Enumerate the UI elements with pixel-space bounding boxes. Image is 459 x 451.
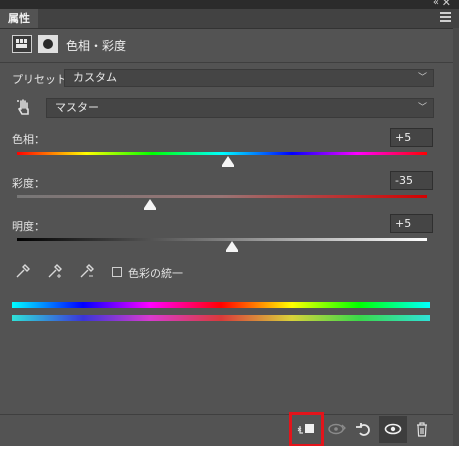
adjustment-layer-icon[interactable]	[12, 35, 32, 53]
input-color-bar	[12, 302, 430, 308]
reset-icon[interactable]	[353, 419, 375, 439]
delete-icon[interactable]	[411, 419, 433, 439]
saturation-label: 彩度：	[12, 177, 45, 190]
collapse-panel-icon[interactable]: «	[433, 0, 439, 8]
layer-mask-icon[interactable]	[38, 35, 58, 53]
channel-value: マスター	[55, 101, 99, 114]
tab-bar: 属性	[0, 9, 459, 29]
hue-label: 色相：	[12, 133, 45, 146]
preset-dropdown[interactable]: カスタム ﹀	[64, 69, 434, 87]
tab-properties[interactable]: 属性	[0, 9, 38, 28]
lightness-slider-thumb[interactable]	[226, 241, 239, 252]
clip-button-highlight	[289, 412, 324, 447]
hue-slider-track[interactable]	[17, 152, 427, 155]
saturation-slider-thumb[interactable]	[144, 199, 157, 210]
panel-right-edge	[453, 28, 459, 448]
chevron-down-icon: ﹀	[417, 103, 427, 113]
eyedropper-icon[interactable]	[14, 262, 32, 280]
view-previous-state-icon[interactable]	[326, 419, 348, 439]
properties-panel: « ✕ 属性 色相・彩度 プリセット： カスタム ﹀ マスター ﹀ 色相： +5…	[0, 0, 459, 451]
header-divider	[0, 62, 459, 63]
hue-input[interactable]: +5	[390, 128, 433, 147]
panel-top-strip: « ✕	[0, 0, 459, 9]
eyedropper-add-icon[interactable]	[46, 262, 64, 280]
toggle-visibility-icon[interactable]	[382, 419, 404, 439]
lightness-label: 明度：	[12, 220, 45, 233]
panel-title: 色相・彩度	[66, 39, 127, 53]
chevron-down-icon: ﹀	[417, 73, 427, 83]
panel-menu-icon[interactable]	[440, 12, 451, 24]
lightness-input[interactable]: +5	[390, 214, 433, 233]
channel-dropdown[interactable]: マスター ﹀	[46, 98, 434, 118]
output-color-bar	[12, 315, 430, 321]
saturation-slider-track[interactable]	[17, 195, 427, 198]
bottom-edge	[0, 446, 459, 451]
colorize-checkbox[interactable]	[112, 267, 122, 277]
colorize-label: 色彩の統一	[128, 267, 183, 280]
preset-value: カスタム	[73, 71, 117, 84]
adjustment-header: 色相・彩度	[0, 29, 459, 61]
eyedropper-subtract-icon[interactable]	[78, 262, 96, 280]
lightness-slider-track[interactable]	[17, 238, 427, 241]
hue-slider-thumb[interactable]	[221, 156, 234, 167]
targeted-adjustment-hand-icon[interactable]	[14, 97, 34, 117]
saturation-input[interactable]: -35	[390, 171, 433, 190]
panel-close-icon[interactable]: ✕	[442, 0, 451, 8]
